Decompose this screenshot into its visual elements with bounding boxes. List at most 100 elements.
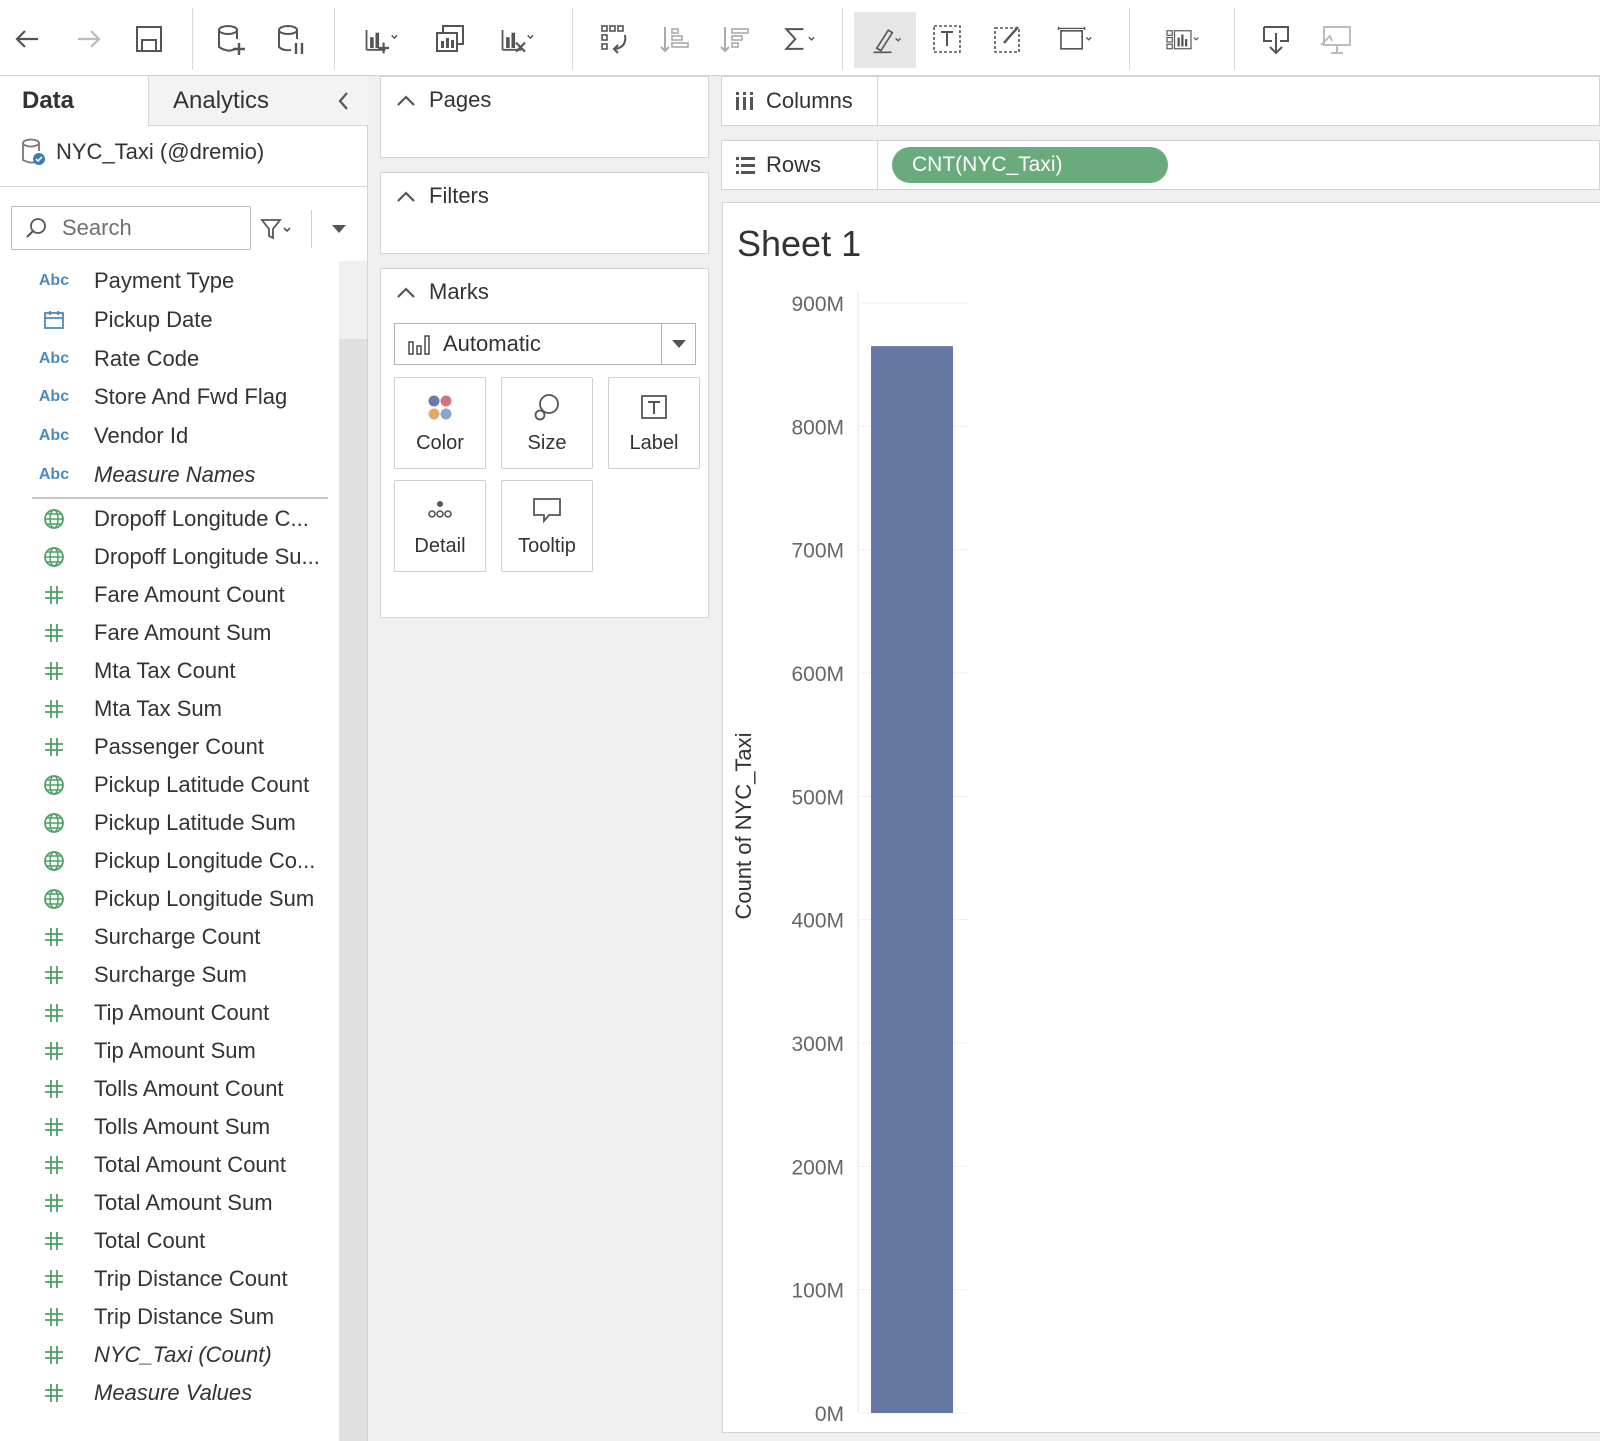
field-item[interactable]: Trip Distance Sum: [0, 1298, 338, 1336]
tab-analytics[interactable]: Analytics: [148, 76, 368, 126]
label-button-label: Label: [629, 432, 679, 454]
pause-auto-update-icon[interactable]: [268, 14, 314, 64]
field-item[interactable]: Dropoff Longitude C...: [0, 500, 338, 538]
tab-data-label: Data: [22, 87, 75, 114]
field-item[interactable]: Tolls Amount Sum: [0, 1108, 338, 1146]
y-tick-label: 0M: [815, 1403, 844, 1426]
color-icon: [428, 395, 452, 420]
show-me-icon[interactable]: [1150, 14, 1214, 64]
filter-fields-button[interactable]: [258, 212, 302, 246]
field-label: Pickup Longitude Co...: [94, 847, 316, 873]
new-worksheet-icon[interactable]: [354, 14, 406, 64]
field-item[interactable]: Surcharge Sum: [0, 956, 338, 994]
field-item[interactable]: Total Amount Count: [0, 1146, 338, 1184]
field-item[interactable]: Pickup Latitude Count: [0, 766, 338, 804]
marks-card-header[interactable]: Marks: [395, 279, 489, 305]
filters-card[interactable]: Filters: [380, 172, 709, 254]
field-item[interactable]: Abc Store And Fwd Flag: [0, 378, 338, 416]
field-item[interactable]: Abc Payment Type: [0, 262, 338, 300]
detail-button-label: Detail: [414, 535, 466, 557]
field-item[interactable]: Total Count: [0, 1222, 338, 1260]
fit-icon[interactable]: [1045, 14, 1103, 64]
field-label: Measure Values: [94, 1379, 253, 1405]
number-icon: [38, 1229, 70, 1253]
field-label: Pickup Longitude Sum: [94, 885, 315, 911]
detail-icon: [428, 501, 452, 518]
toolbar: [0, 0, 1600, 76]
field-item[interactable]: Pickup Longitude Co...: [0, 842, 338, 880]
columns-shelf[interactable]: Columns: [721, 76, 1600, 126]
datasource-connected-icon: [22, 138, 45, 165]
sort-ascending-icon[interactable]: [652, 14, 698, 64]
save-icon[interactable]: [126, 14, 172, 64]
duplicate-sheet-icon[interactable]: [427, 14, 473, 64]
sort-descending-icon[interactable]: [712, 14, 758, 64]
field-item[interactable]: Passenger Count: [0, 728, 338, 766]
field-item[interactable]: Pickup Latitude Sum: [0, 804, 338, 842]
tooltip-button[interactable]: Tooltip: [501, 480, 593, 572]
rows-pill-cnt-nyc-taxi[interactable]: CNT(NYC_Taxi): [892, 147, 1168, 183]
annotate-icon[interactable]: [985, 14, 1031, 64]
field-item[interactable]: Measure Values: [0, 1374, 338, 1412]
presentation-mode-icon[interactable]: [1313, 14, 1359, 64]
field-item[interactable]: Dropoff Longitude Su...: [0, 538, 338, 576]
filters-card-header[interactable]: Filters: [395, 183, 489, 209]
dropdown-arrow-icon[interactable]: [661, 324, 695, 364]
collapse-pane-icon[interactable]: [334, 88, 354, 114]
field-item[interactable]: Trip Distance Count: [0, 1260, 338, 1298]
field-item[interactable]: Tip Amount Count: [0, 994, 338, 1032]
field-item[interactable]: Fare Amount Sum: [0, 614, 338, 652]
field-label: Pickup Latitude Count: [94, 771, 310, 797]
field-label: Pickup Latitude Sum: [94, 809, 296, 835]
pages-card[interactable]: Pages: [380, 76, 709, 158]
field-label: Payment Type: [94, 268, 235, 293]
field-item[interactable]: Surcharge Count: [0, 918, 338, 956]
bar-chart[interactable]: 0M 100M 200M 300M 400M 500M 600M 700M 800M 900M Co…: [723, 203, 1600, 1434]
size-button[interactable]: Size: [501, 377, 593, 469]
pane-menu-button[interactable]: [326, 214, 352, 244]
sheet-title[interactable]: Sheet 1: [737, 223, 861, 265]
field-item[interactable]: Total Amount Sum: [0, 1184, 338, 1222]
abc-type-icon: Abc: [38, 349, 70, 367]
label-icon: [641, 395, 667, 419]
forward-icon[interactable]: [65, 14, 111, 64]
worksheet-view[interactable]: 0M 100M 200M 300M 400M 500M 600M 700M 800M 900M Co…: [722, 202, 1600, 1433]
field-item[interactable]: Pickup Date: [0, 301, 338, 339]
filters-card-title: Filters: [429, 183, 489, 208]
calendar-icon: [38, 308, 70, 332]
rows-shelf[interactable]: Rows CNT(NYC_Taxi): [721, 140, 1600, 190]
back-icon[interactable]: [5, 14, 51, 64]
field-item[interactable]: Abc Measure Names: [0, 456, 338, 494]
text-label-icon[interactable]: [924, 14, 970, 64]
highlight-icon[interactable]: [854, 12, 916, 68]
color-button[interactable]: Color: [394, 377, 486, 469]
globe-icon: [38, 811, 70, 835]
field-search[interactable]: [11, 206, 251, 250]
field-item[interactable]: Abc Vendor Id: [0, 417, 338, 455]
totals-icon[interactable]: [772, 14, 824, 64]
field-item[interactable]: Tolls Amount Count: [0, 1070, 338, 1108]
field-item[interactable]: Mta Tax Sum: [0, 690, 338, 728]
scrollbar-thumb[interactable]: [339, 339, 367, 1441]
field-item[interactable]: Pickup Longitude Sum: [0, 880, 338, 918]
pages-card-header[interactable]: Pages: [395, 87, 491, 113]
new-datasource-icon[interactable]: [208, 14, 254, 64]
swap-rows-columns-icon[interactable]: [592, 14, 638, 64]
search-input[interactable]: [60, 214, 230, 242]
marks-card: Marks Automatic Color Size Label Detail …: [380, 268, 709, 618]
datasource-item[interactable]: NYC_Taxi (@dremio): [20, 132, 264, 172]
field-item[interactable]: Tip Amount Sum: [0, 1032, 338, 1070]
tab-data[interactable]: Data: [0, 76, 148, 126]
number-icon: [38, 963, 70, 987]
field-item[interactable]: Abc Rate Code: [0, 340, 338, 378]
field-item[interactable]: Mta Tax Count: [0, 652, 338, 690]
download-icon[interactable]: [1253, 14, 1299, 64]
field-item[interactable]: NYC_Taxi (Count): [0, 1336, 338, 1374]
detail-button[interactable]: Detail: [394, 480, 486, 572]
mark-type-dropdown[interactable]: Automatic: [394, 323, 696, 365]
clear-sheet-icon[interactable]: [490, 14, 542, 64]
bar[interactable]: [871, 346, 953, 1413]
field-label: Total Amount Count: [94, 1151, 287, 1177]
label-button[interactable]: Label: [608, 377, 700, 469]
field-item[interactable]: Fare Amount Count: [0, 576, 338, 614]
